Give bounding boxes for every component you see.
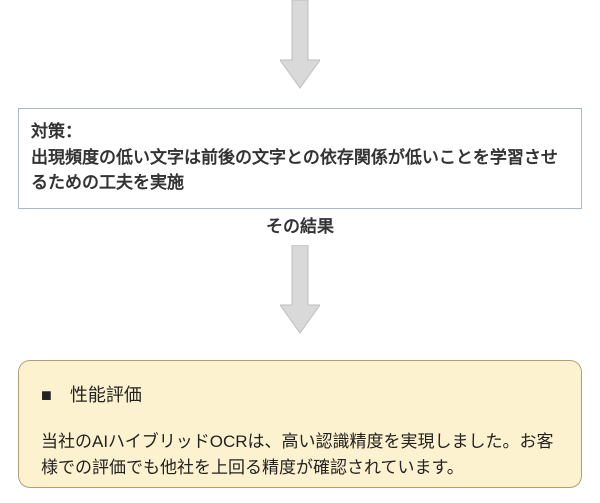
evaluation-body: 当社のAIハイブリッドOCRは、高い認識精度を実現しました。お客様での評価でも他…	[41, 429, 559, 482]
arrow-down-1	[280, 0, 320, 90]
arrow-down-2	[280, 245, 320, 335]
countermeasure-box: 対策： 出現頻度の低い文字は前後の文字との依存関係が低いことを学習させるための工…	[18, 108, 582, 209]
result-label: その結果	[0, 212, 600, 237]
countermeasure-title: 対策：	[31, 119, 569, 145]
evaluation-title: ■ 性能評価	[41, 381, 559, 407]
countermeasure-body: 出現頻度の低い文字は前後の文字との依存関係が低いことを学習させるための工夫を実施	[31, 145, 569, 196]
evaluation-box: ■ 性能評価 当社のAIハイブリッドOCRは、高い認識精度を実現しました。お客様…	[18, 360, 582, 488]
